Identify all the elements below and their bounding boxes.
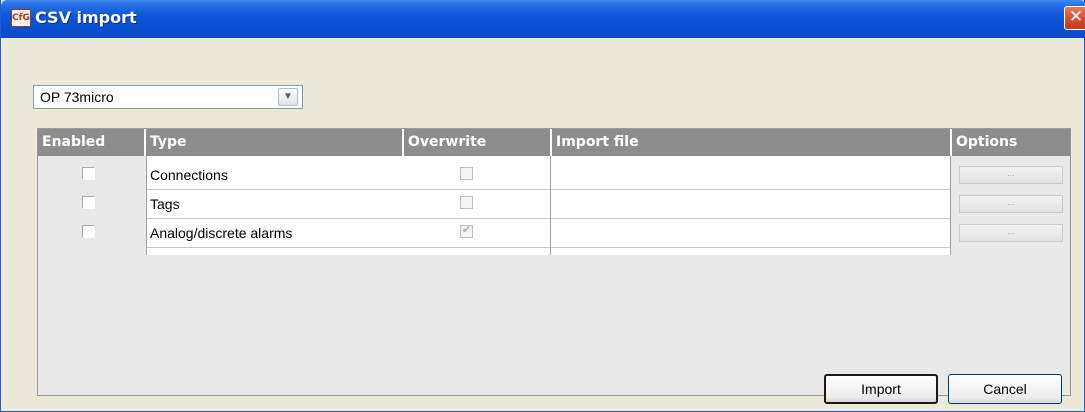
enabled-checkbox[interactable] — [82, 167, 95, 180]
import-table: Enabled Type Overwrite Import file Optio… — [37, 128, 1071, 396]
options-button[interactable]: ... — [959, 224, 1063, 242]
device-select[interactable]: OP 73micro ▼ — [33, 85, 303, 109]
cancel-button[interactable]: Cancel — [948, 374, 1062, 404]
header-enabled: Enabled — [38, 129, 144, 156]
row-divider — [146, 247, 950, 248]
overwrite-checkbox[interactable] — [460, 196, 473, 209]
column-divider — [146, 156, 147, 255]
column-divider — [550, 156, 551, 255]
overwrite-checkbox[interactable] — [460, 167, 473, 180]
table-row: Tags ... — [38, 192, 1070, 218]
header-type: Type — [146, 129, 402, 156]
header-import-file: Import file — [552, 129, 950, 156]
header-options: Options — [952, 129, 1070, 156]
import-file-cell[interactable] — [552, 163, 950, 189]
column-divider — [950, 156, 951, 255]
title-bar[interactable]: CfG CSV import ✕ — [1, 0, 1085, 38]
type-cell: Tags — [150, 196, 180, 212]
header-overwrite: Overwrite — [404, 129, 550, 156]
csv-import-dialog: CfG CSV import ✕ OP 73micro ▼ Enabled Ty… — [0, 0, 1085, 412]
options-button[interactable]: ... — [959, 195, 1063, 213]
close-button[interactable]: ✕ — [1064, 6, 1085, 30]
row-divider — [146, 218, 950, 219]
import-file-cell[interactable] — [552, 192, 950, 218]
window-title: CSV import — [35, 8, 137, 27]
type-cell: Analog/discrete alarms — [150, 225, 293, 241]
options-button[interactable]: ... — [959, 166, 1063, 184]
enabled-checkbox[interactable] — [82, 225, 95, 238]
table-row: Analog/discrete alarms ... — [38, 221, 1070, 247]
chevron-down-icon[interactable]: ▼ — [278, 88, 298, 106]
enabled-checkbox[interactable] — [82, 196, 95, 209]
overwrite-checkbox[interactable] — [460, 223, 473, 238]
type-cell: Connections — [150, 167, 228, 183]
import-file-cell[interactable] — [552, 221, 950, 247]
table-row: Connections ... — [38, 163, 1070, 189]
app-icon: CfG — [11, 9, 31, 27]
device-select-value: OP 73micro — [40, 89, 114, 105]
row-divider — [146, 189, 950, 190]
import-button[interactable]: Import — [824, 374, 938, 404]
